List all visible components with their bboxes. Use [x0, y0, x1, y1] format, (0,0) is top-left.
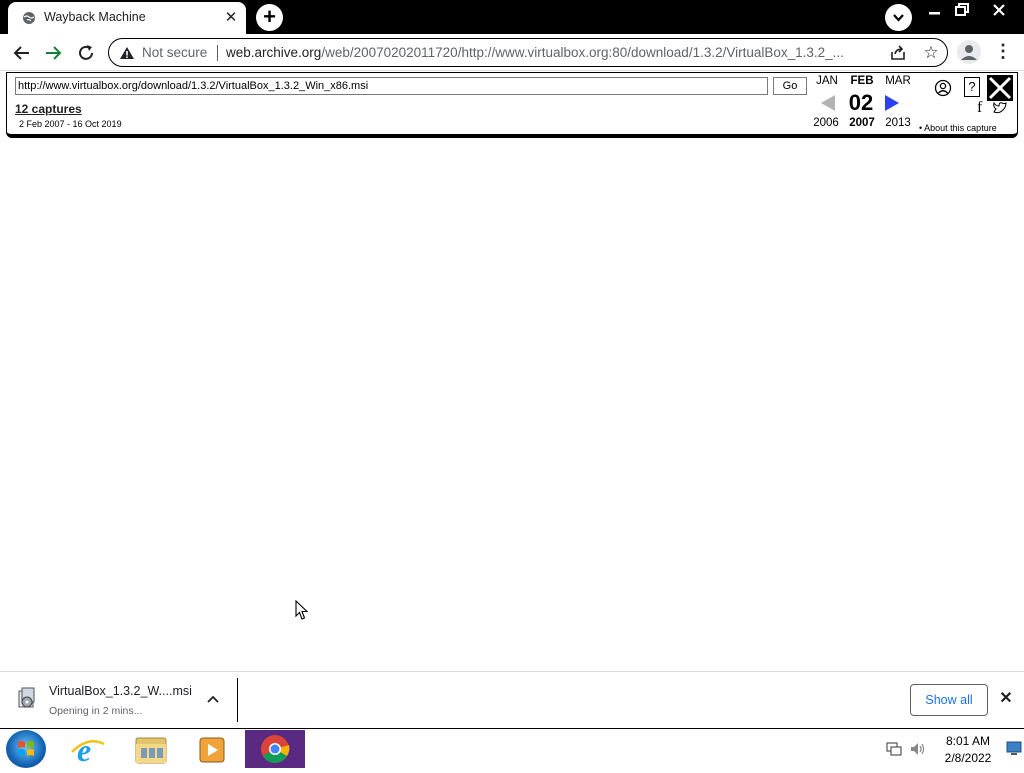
folder-icon: [135, 737, 167, 764]
year-current-label: 2007: [849, 117, 875, 129]
start-button[interactable]: [6, 730, 46, 768]
person-icon: [961, 45, 977, 60]
window-restore-button[interactable]: [948, 0, 978, 22]
year-next-label[interactable]: 2013: [878, 117, 918, 129]
wayback-toolbar: http://www.virtualbox.org/download/1.3.2…: [6, 72, 1018, 138]
chevron-up-icon[interactable]: [205, 692, 221, 708]
download-status: Opening in 2 mins...: [49, 705, 143, 717]
taskbar-chrome[interactable]: [245, 730, 305, 768]
chrome-icon: [261, 735, 290, 763]
msi-installer-icon[interactable]: [16, 686, 38, 710]
tab-close-icon[interactable]: ✕: [222, 9, 240, 27]
clock-time[interactable]: 8:01 AM: [938, 734, 998, 748]
reload-icon[interactable]: [73, 40, 99, 66]
window-close-button[interactable]: [984, 0, 1014, 22]
url-text[interactable]: web.archive.org/web/20070202011720/http:…: [226, 45, 844, 60]
taskbar: e 8:01 AM 2/8/2022: [0, 728, 1024, 768]
bookmark-star-icon[interactable]: ☆: [921, 43, 941, 63]
internet-explorer-icon: e: [71, 732, 105, 768]
wayback-go-button[interactable]: Go: [773, 77, 807, 95]
user-icon[interactable]: [934, 79, 952, 97]
svg-text:e: e: [77, 732, 91, 768]
month-next-label[interactable]: MAR: [878, 75, 918, 87]
previous-capture-arrow-icon: [821, 95, 835, 111]
captures-link[interactable]: 12 captures: [15, 102, 82, 116]
close-icon: [993, 4, 1005, 16]
show-desktop-icon[interactable]: [1006, 739, 1022, 757]
url-host: web.archive.org: [226, 45, 322, 60]
not-secure-label[interactable]: Not secure: [142, 45, 207, 60]
chevron-down-icon: [893, 14, 904, 22]
clock-date[interactable]: 2/8/2022: [938, 751, 998, 765]
twitter-icon[interactable]: [992, 101, 1008, 115]
back-arrow-icon[interactable]: [9, 40, 35, 66]
download-shelf: VirtualBox_1.3.2_W....msi Opening in 2 m…: [0, 671, 1024, 728]
restore-icon: [955, 3, 969, 16]
minimize-icon: [929, 12, 940, 15]
close-toolbar-icon[interactable]: [987, 75, 1013, 101]
forward-arrow-icon[interactable]: [40, 40, 66, 66]
profile-button[interactable]: [957, 40, 981, 64]
browser-menu-button[interactable]: ⋮: [994, 41, 1012, 63]
new-tab-button[interactable]: +: [256, 4, 283, 31]
about-capture-link[interactable]: • About this capture: [919, 123, 997, 133]
capture-day: 02: [848, 90, 874, 115]
tab-title: Wayback Machine: [44, 10, 146, 24]
show-all-button[interactable]: Show all: [910, 684, 988, 716]
taskbar-internet-explorer[interactable]: e: [60, 730, 116, 768]
globe-icon: [23, 12, 35, 24]
browser-title-bar: Wayback Machine ✕ +: [0, 0, 1024, 34]
tab-search-button[interactable]: [885, 4, 912, 31]
windows-logo-icon: [18, 741, 34, 756]
mouse-cursor-icon: [295, 600, 309, 620]
download-filename[interactable]: VirtualBox_1.3.2_W....msi: [49, 684, 192, 698]
network-icon[interactable]: [885, 741, 903, 757]
warning-icon[interactable]: [119, 46, 135, 60]
next-capture-arrow-icon[interactable]: [885, 95, 899, 111]
browser-toolbar: Not secure web.archive.org/web/200702020…: [0, 34, 1024, 71]
download-divider: [237, 678, 238, 722]
month-prev-label[interactable]: JAN: [807, 75, 847, 87]
tab-wayback-machine[interactable]: Wayback Machine ✕: [8, 2, 246, 34]
year-prev-label[interactable]: 2006: [806, 117, 846, 129]
close-download-shelf-icon[interactable]: ✕: [996, 689, 1016, 709]
month-current-label: FEB: [850, 75, 874, 87]
url-path: /web/20070202011720/http://www.virtualbo…: [321, 45, 844, 60]
volume-icon[interactable]: [909, 741, 927, 757]
wayback-url-input[interactable]: http://www.virtualbox.org/download/1.3.2…: [15, 77, 768, 95]
media-player-icon: [199, 737, 225, 763]
omnibox-divider: [217, 45, 218, 61]
window-minimize-button[interactable]: [920, 0, 950, 22]
taskbar-file-explorer[interactable]: [122, 730, 178, 768]
share-icon[interactable]: [889, 44, 907, 62]
help-icon[interactable]: ?: [964, 77, 980, 97]
taskbar-media-player[interactable]: [184, 730, 240, 768]
captures-date-range: 2 Feb 2007 - 16 Oct 2019: [19, 119, 122, 129]
facebook-icon[interactable]: f: [977, 99, 982, 117]
address-bar[interactable]: Not secure web.archive.org/web/200702020…: [108, 38, 948, 67]
